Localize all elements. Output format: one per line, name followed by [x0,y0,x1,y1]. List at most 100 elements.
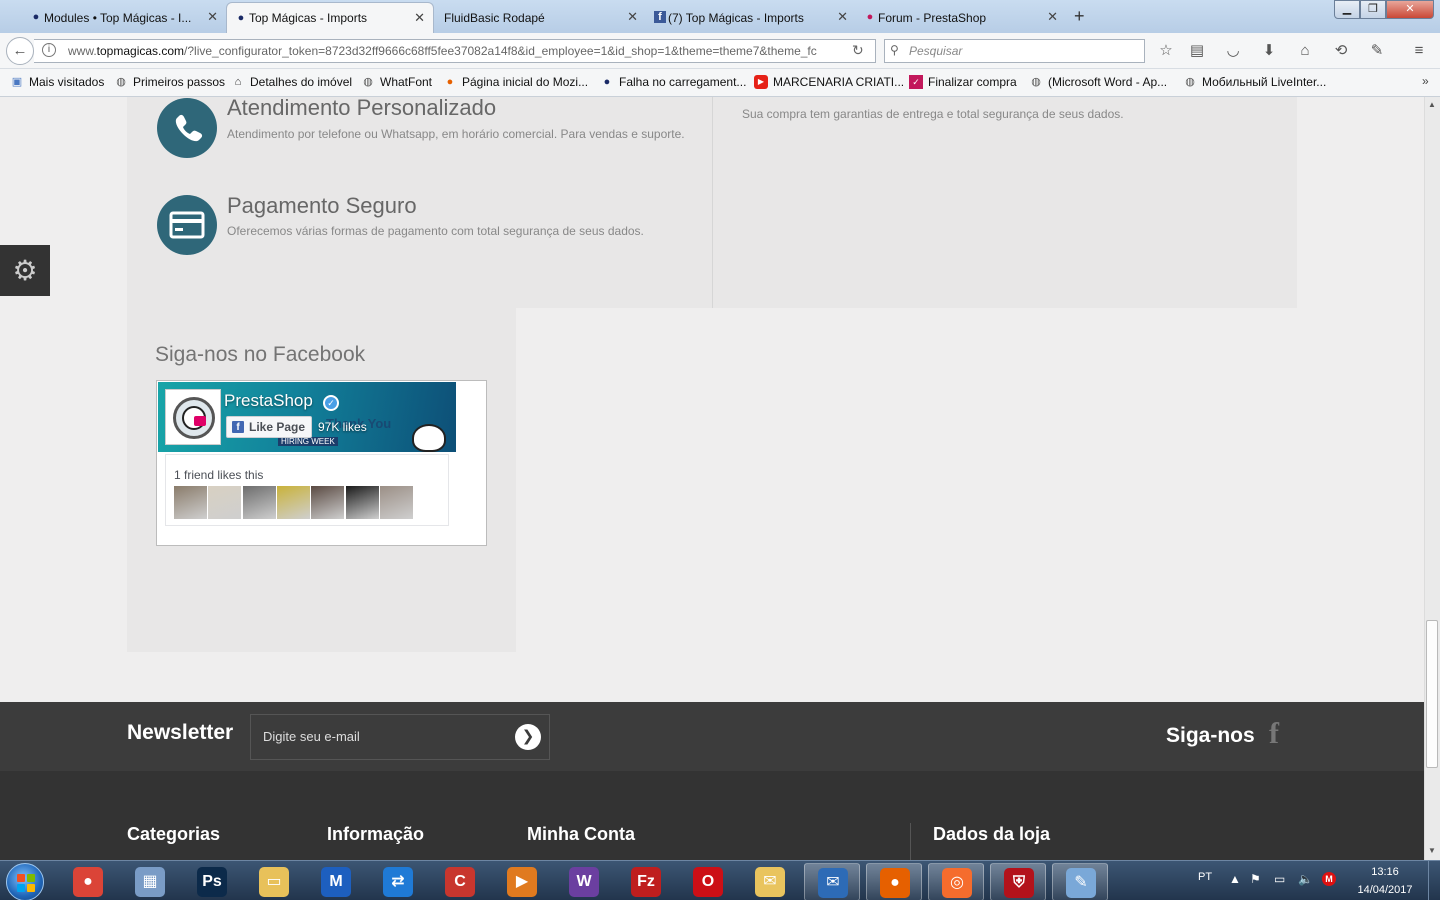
close-tab-icon[interactable]: ✕ [627,10,638,24]
close-tab-icon[interactable]: ✕ [207,10,218,24]
taskbar-winrar-button[interactable]: W [556,863,612,900]
clock-date[interactable]: 14/04/2017 [1355,884,1415,896]
maximize-window-button[interactable]: ❐ [1360,0,1386,19]
friend-avatar[interactable] [174,486,207,519]
clock-time[interactable]: 13:16 [1370,866,1400,878]
pocket-icon[interactable]: ◡ [1223,41,1243,61]
close-tab-icon[interactable]: ✕ [414,11,425,25]
home-icon[interactable]: ⌂ [1295,41,1315,61]
bookmark-star-icon[interactable]: ☆ [1156,41,1176,61]
friend-avatar[interactable] [345,486,379,519]
minimize-window-button[interactable]: ▁ [1334,0,1360,19]
taskbar-ccleaner-button[interactable]: C [432,863,488,900]
bookmark-whatfont[interactable]: ◍ WhatFont [361,75,432,89]
windows-start-icon[interactable] [6,863,44,900]
taskbar-explorer-button[interactable]: ▭ [246,863,302,900]
newsletter-submit-chevron-icon[interactable]: ❯ [515,724,541,750]
friend-avatar[interactable] [379,486,413,519]
taskbar-paint-button[interactable]: ✎ [1052,863,1108,900]
bookmark-liveinternet[interactable]: ◍ Мобильный LiveInter... [1183,75,1326,89]
scroll-up-arrow-icon[interactable]: ▲ [1428,100,1436,109]
bookmark-label: Falha no carregament... [619,75,747,89]
bookmark-falha-carregamento[interactable]: ● Falha no carregament... [600,75,747,89]
menu-hamburger-icon[interactable]: ≡ [1409,41,1429,61]
bookmark-microsoft-word[interactable]: ◍ (Microsoft Word - Ap... [1029,75,1167,89]
bookmark-marcenaria[interactable]: ▶ MARCENARIA CRIATI... [754,75,904,89]
gear-settings-icon[interactable]: ⚙ [0,245,50,296]
bookmark-label: MARCENARIA CRIATI... [773,75,905,89]
tab-forum-prestashop[interactable]: ● Forum - PrestaShop ✕ [856,2,1066,33]
browser-navigation-bar: www.topmagicas.com/?live_configurator_to… [0,33,1440,69]
tray-expand-icon[interactable]: ▲ [1229,872,1241,886]
prestashop-avatar[interactable] [166,390,220,444]
tab-modules[interactable]: ● Modules • Top Mágicas - I... ✕ [22,2,226,33]
bookmark-mais-visitados[interactable]: ▣ Mais visitados [10,75,105,89]
newsletter-email-input[interactable]: Digite seu e-mail [250,714,550,760]
back-arrow-icon[interactable]: ← [6,37,34,65]
taskbar-filezilla-button[interactable]: Fz [618,863,674,900]
like-page-button[interactable]: f Like Page [226,416,312,438]
address-bar[interactable]: www.topmagicas.com/?live_configurator_to… [34,39,876,63]
prestashop-favicon-icon: ● [866,11,874,23]
bookmarks-overflow-icon[interactable]: » [1422,74,1429,88]
facebook-social-icon[interactable]: f [1269,717,1279,751]
taskbar-chrome-button[interactable]: ● [60,863,116,900]
close-window-button[interactable]: ✕ [1386,0,1434,19]
search-input[interactable]: Pesquisar [884,39,1145,63]
taskbar-malwarebytes-button[interactable]: M [308,863,364,900]
taskbar-thunderbird-button[interactable]: ✉ [804,863,860,900]
scrollbar-thumb[interactable] [1426,620,1438,768]
bookmark-finalizar-compra[interactable]: ✓ Finalizar compra [909,75,1017,89]
close-tab-icon[interactable]: ✕ [837,10,848,24]
calculator-icon: ▦ [135,867,165,897]
network-icon[interactable]: ▭ [1274,872,1285,886]
footer-heading-categorias: Categorias [127,824,221,844]
sync-icon[interactable]: ⟲ [1331,41,1351,61]
taskbar-antivirus-button[interactable]: ⛨ [990,863,1046,900]
friend-avatar[interactable] [311,486,345,519]
taskbar-firefox-button[interactable]: ● [866,863,922,900]
reading-list-icon[interactable]: ▤ [1187,41,1207,61]
downloads-icon[interactable]: ⬇ [1259,41,1279,61]
scroll-down-arrow-icon[interactable]: ▼ [1428,846,1436,855]
taskbar-calculator-button[interactable]: ▦ [122,863,178,900]
teamviewer-icon: ⇄ [383,867,413,897]
globe-icon: ◍ [363,76,373,88]
youtube-icon: ▶ [754,75,768,89]
bookmark-detalhes-imovel[interactable]: ⌂ Detalhes do imóvel [231,75,352,89]
new-tab-icon[interactable]: + [1074,6,1085,26]
footer-divider [910,823,911,863]
input-language[interactable]: PT [1198,871,1212,883]
taskbar-teamviewer-button[interactable]: ⇄ [370,863,426,900]
taskbar-media-player-button[interactable]: ▶ [494,863,550,900]
site-info-icon[interactable]: i [42,43,56,57]
mail-icon: ✉ [755,867,785,897]
action-center-flag-icon[interactable]: ⚑ [1250,872,1261,886]
volume-icon[interactable]: 🔈 [1298,872,1313,886]
taskbar-opera-button[interactable]: O [680,863,736,900]
like-page-label: Like Page [249,420,306,434]
facebook-page-name[interactable]: PrestaShop [224,391,313,411]
firefox-icon: ● [880,868,910,898]
show-desktop-button[interactable] [1428,861,1440,900]
bookmark-pagina-inicial-mozilla[interactable]: ● Página inicial do Mozi... [443,75,588,89]
tab-label: Modules • Top Mágicas - I... [44,10,192,25]
friend-avatar[interactable] [208,486,242,519]
antivirus-tray-icon[interactable]: M [1322,872,1336,886]
tab-label: Forum - PrestaShop [878,10,987,25]
close-tab-icon[interactable]: ✕ [1047,10,1058,24]
developer-tools-icon[interactable]: ✎ [1367,41,1387,61]
reload-icon[interactable]: ↻ [852,42,864,59]
tab-facebook-imports[interactable]: f (7) Top Mágicas - Imports ✕ [646,2,856,33]
taskbar-origin-button[interactable]: ◎ [928,863,984,900]
tab-label: Top Mágicas - Imports [249,11,368,25]
tab-fluidbasic-rodape[interactable]: FluidBasic Rodapé ✕ [434,2,646,33]
taskbar-photoshop-button[interactable]: Ps [184,863,240,900]
penguin-beak-icon [194,416,206,426]
ccleaner-icon: C [445,867,475,897]
friend-avatar[interactable] [276,486,310,519]
friend-avatar[interactable] [242,486,276,519]
bookmark-primeiros-passos[interactable]: ◍ Primeiros passos [114,75,225,89]
tab-top-magicas-imports[interactable]: ● Top Mágicas - Imports ✕ [226,2,434,33]
taskbar-mail-button[interactable]: ✉ [742,863,798,900]
